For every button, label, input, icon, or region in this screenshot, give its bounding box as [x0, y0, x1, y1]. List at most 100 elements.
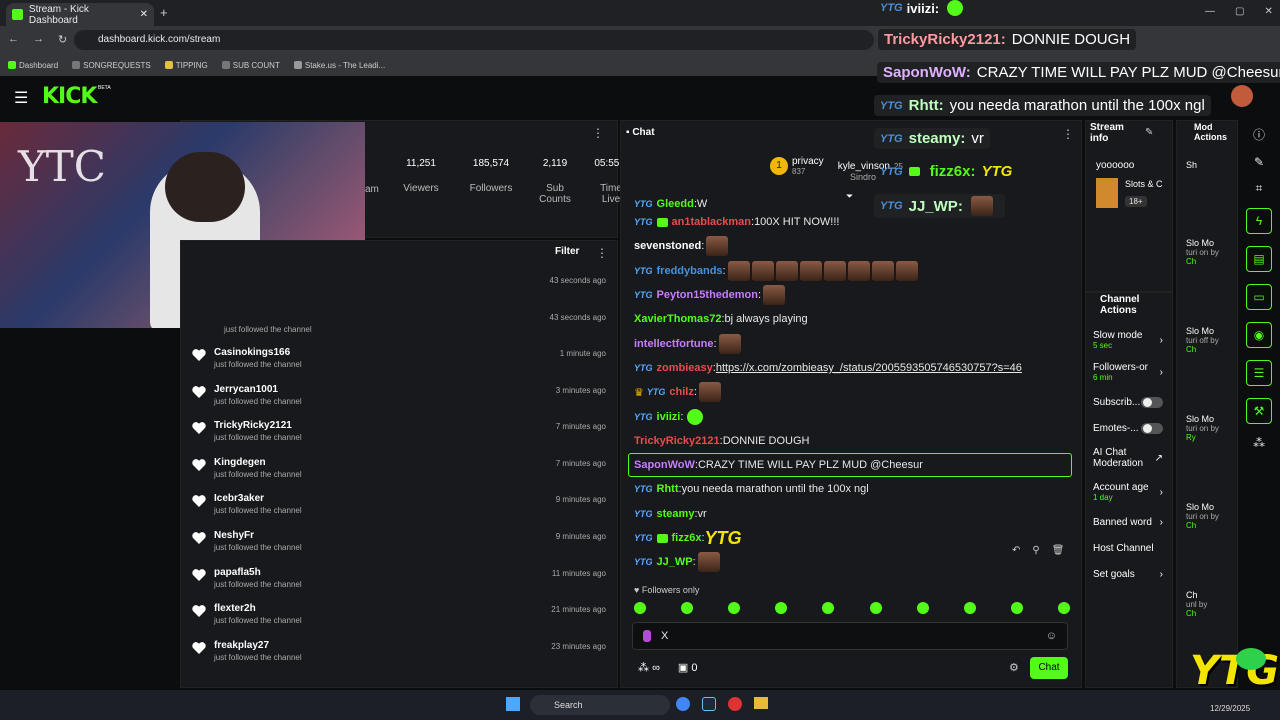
mod-action: Slo Mo turi on by Ch — [1186, 238, 1219, 266]
chat-message: TrickyRicky2121: DONNIE DOUGH — [634, 434, 810, 447]
broadcast-icon[interactable]: ◉ — [1246, 322, 1272, 348]
message-icon[interactable]: ▭ — [1246, 284, 1272, 310]
emote-icon — [916, 602, 929, 614]
heart-icon — [192, 349, 206, 361]
stream-user: yoooooo — [1096, 160, 1135, 171]
layers-icon[interactable]: ☰ — [1246, 360, 1272, 386]
rank-1-badge: 1 — [770, 157, 788, 175]
reply-icon[interactable]: ↶ — [1012, 545, 1020, 556]
emotes-item[interactable]: Emotes-... — [1085, 415, 1173, 441]
users-icon: ⁂ ∞ — [638, 662, 660, 674]
set-goals-item[interactable]: Set goals › — [1085, 561, 1173, 587]
stats-menu-icon[interactable]: ⋮ — [592, 126, 604, 140]
browser-tab[interactable]: Stream - Kick Dashboard ✕ — [6, 3, 154, 26]
overlay-message: SaponWoW: CRAZY TIME WILL PAY PLZ MUD @Ch… — [877, 62, 1280, 83]
kick-logo[interactable]: KICK — [42, 84, 97, 109]
top-user-3: Sindro — [850, 172, 877, 182]
document-icon[interactable]: ▤ — [1246, 246, 1272, 272]
emote-icon — [1010, 602, 1023, 614]
app-icon[interactable] — [728, 697, 742, 711]
bookmark-sub-count[interactable]: SUB COUNT — [221, 61, 280, 70]
chat-message: YTG steamy: vr — [634, 507, 707, 520]
bookmark-tipping[interactable]: TIPPING — [164, 61, 208, 70]
steam-icon[interactable] — [702, 697, 716, 711]
menu-icon[interactable]: ☰ — [14, 88, 28, 108]
followers-only-item[interactable]: Followers-or 6 min › — [1085, 355, 1173, 389]
lightning-icon[interactable]: ϟ — [1246, 208, 1272, 234]
overlay-message: YTG iviizi: — [874, 0, 974, 16]
tab-title: Stream - Kick Dashboard — [28, 3, 89, 26]
heart-icon — [192, 641, 206, 654]
forward-icon[interactable]: → — [33, 33, 44, 46]
mod-action: Sh — [1186, 160, 1198, 170]
chat-message: YTG Gleedd: W — [634, 198, 708, 210]
new-tab-button[interactable]: + — [160, 5, 168, 20]
emote-bar[interactable] — [634, 602, 1070, 614]
url-input[interactable]: dashboard.kick.com/stream — [74, 30, 874, 50]
mod-action: Slo Mo turi on by Ry — [1186, 414, 1219, 442]
crop-icon[interactable]: ⌗ — [1256, 181, 1263, 196]
webcam-text: YTC — [18, 142, 106, 191]
reload-icon[interactable]: ↻ — [58, 33, 67, 46]
mod-action: Slo Mo turi off by Ch — [1186, 326, 1219, 354]
bookmark-songrequests[interactable]: SONGREQUESTS — [72, 61, 151, 70]
streamer-hair — [165, 152, 245, 222]
chat-message: YTG iviizi: — [620, 404, 1082, 428]
overlay-message: TrickyRicky2121: DONNIE DOUGH — [878, 29, 1137, 50]
info-icon[interactable]: ⓘ — [1253, 126, 1265, 143]
account-age-item[interactable]: Account age 1 day › — [1085, 475, 1173, 509]
users-icon[interactable]: ⁂ — [1253, 436, 1265, 450]
list-item: NeshyFr just followed the channel 9 minute… — [180, 526, 618, 563]
overlay-message: YTG steamy: vr — [874, 128, 990, 149]
windows-start-icon[interactable] — [506, 697, 520, 711]
list-item: flexter2h just followed the channel 21 min… — [180, 599, 618, 636]
emotes-toggle — [1141, 422, 1163, 434]
stream-info-title: Stream info — [1090, 122, 1124, 144]
chat-input[interactable]: X ☺ — [632, 622, 1068, 650]
edit-icon[interactable]: ✎ — [1145, 127, 1153, 138]
list-item: freakplay27 just followed the channel 23 m… — [180, 636, 618, 673]
activity-list-lower: Casinokings166 just followed the channel 1… — [180, 343, 618, 672]
close-window-icon[interactable]: ✕ — [1264, 6, 1272, 17]
list-item: Jerrycan1001 just followed the channel 3 m… — [180, 380, 618, 417]
chat-settings-icon[interactable]: ⚙ — [1009, 661, 1019, 674]
host-channel-item[interactable]: Host Channel — [1085, 535, 1173, 561]
list-item: papafla5h just followed the channel 11 min… — [180, 563, 618, 600]
bookmark-dashboard[interactable]: Dashboard — [8, 61, 58, 70]
stat-sub-counts: 2,119 Sub Counts — [539, 158, 571, 205]
pin-icon[interactable]: ⚲ — [1032, 545, 1039, 556]
chat-menu-icon[interactable]: ⋮ — [1062, 127, 1074, 141]
banned-words-item[interactable]: Banned word › — [1085, 509, 1173, 535]
avatar[interactable] — [1231, 85, 1253, 107]
activity-menu-icon[interactable]: ⋮ — [596, 246, 608, 260]
beta-label: BETA — [98, 85, 111, 91]
send-chat-button[interactable]: Chat — [1030, 657, 1068, 679]
subscribers-item[interactable]: Subscrib... — [1085, 389, 1173, 415]
chat-link[interactable]: https://x.com/zombieasy_/status/20055935… — [716, 362, 1022, 374]
slow-mode-item[interactable]: Slow mode 5 sec › — [1085, 325, 1173, 355]
chat-messages: YTG Gleedd: W YTG an1tablackman: 100X HIT … — [620, 198, 1082, 578]
minimize-icon[interactable]: — — [1205, 6, 1215, 17]
rating-badge: 18+ — [1125, 196, 1147, 207]
chat-message: YTG Peyton15thedemon: — [620, 283, 1082, 307]
emote-icon — [1057, 602, 1070, 614]
delete-icon[interactable]: 🗑 — [1052, 545, 1065, 556]
chat-title: ▪ Chat — [626, 127, 655, 138]
chrome-icon[interactable] — [676, 697, 690, 711]
wrench-icon[interactable]: ⚒ — [1246, 398, 1272, 424]
back-icon[interactable]: ← — [8, 33, 19, 46]
pen-icon[interactable]: ✎ — [1254, 155, 1264, 169]
filter-button[interactable]: Filter — [555, 246, 579, 257]
chat-message: intellectfortune: — [620, 331, 1082, 355]
emoji-icon[interactable]: ☺ — [1046, 630, 1057, 642]
overlay-message: YTG Rhtt: you needa marathon until the 100… — [874, 95, 1211, 116]
stats-cutoff-label: am — [365, 184, 379, 195]
close-tab-icon[interactable]: ✕ — [140, 9, 148, 20]
folder-icon[interactable] — [754, 697, 768, 709]
heart-icon — [192, 532, 206, 544]
taskbar-search[interactable]: Search — [530, 695, 670, 715]
heart-icon — [192, 422, 206, 435]
bookmark-stake[interactable]: Stake.us - The Leadi... — [293, 61, 385, 70]
ai-chat-moderation-item[interactable]: AI Chat Moderation ↗ — [1085, 441, 1173, 475]
maximize-icon[interactable]: ▢ — [1235, 6, 1244, 17]
